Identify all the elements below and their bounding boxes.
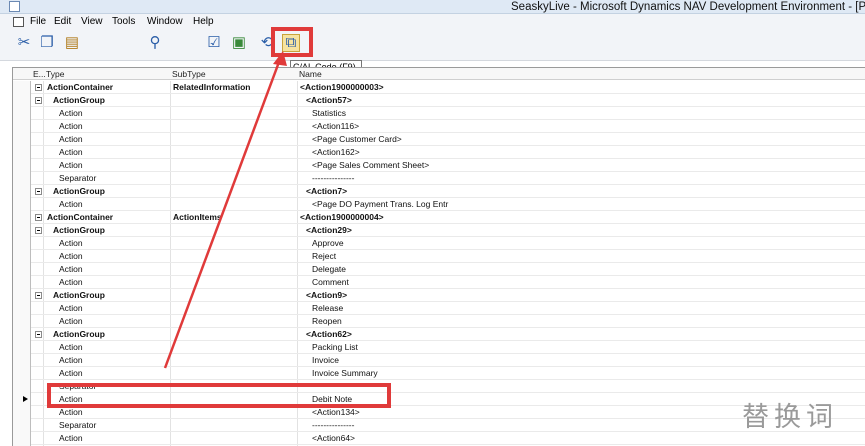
annotation-arrow bbox=[163, 51, 287, 369]
watermark: 替换词 bbox=[742, 402, 838, 433]
